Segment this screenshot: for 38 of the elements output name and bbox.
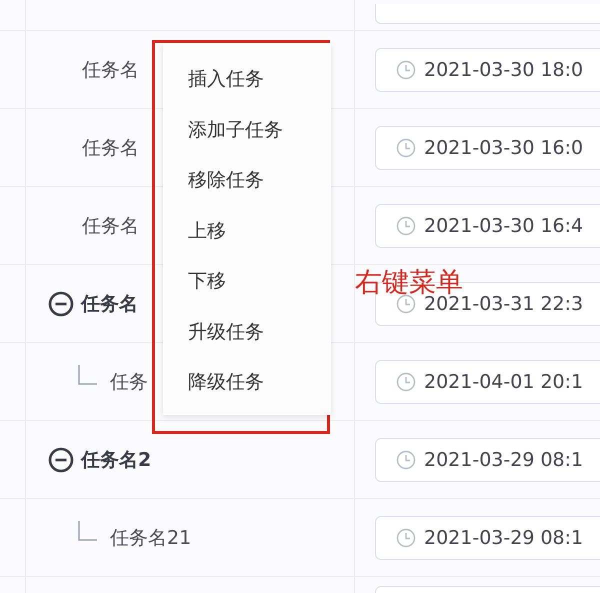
tree-connector-icon — [78, 520, 98, 540]
task-name: 任务名 — [81, 292, 138, 316]
clock-icon — [396, 294, 416, 314]
task-name: 任务 — [110, 370, 148, 394]
date-text: 2021-03-30 16:0 — [424, 136, 584, 158]
clock-icon — [396, 138, 416, 158]
clock-icon — [396, 450, 416, 470]
date-text: 2021-04-01 20:1 — [424, 370, 584, 392]
date-field[interactable]: 2021-03-30 18:0 — [375, 48, 600, 92]
menu-item[interactable]: 移除任务 — [163, 162, 331, 212]
task-name: 任务名 — [82, 136, 139, 160]
collapse-icon[interactable] — [48, 290, 74, 316]
date-field[interactable]: 2021-03-30 16:4 — [375, 204, 600, 248]
date-field[interactable]: 2021-03-29 08:1 — [375, 438, 600, 482]
clock-icon — [396, 372, 416, 392]
task-name: 任务名21 — [110, 526, 192, 550]
menu-item[interactable]: 添加子任务 — [163, 112, 331, 162]
tree-connector-icon — [78, 364, 98, 384]
task-name: 任务名 — [82, 58, 139, 82]
date-field[interactable]: 2021-03-30 16:0 — [375, 126, 600, 170]
menu-item[interactable]: 下移 — [163, 263, 331, 314]
task-name: 任务名2 — [81, 448, 152, 472]
menu-item[interactable]: 升级任务 — [163, 314, 331, 364]
date-text: 2021-03-29 08:1 — [424, 448, 584, 470]
menu-item[interactable]: 插入任务 — [163, 61, 331, 112]
date-text: 2021-03-30 18:0 — [424, 58, 584, 80]
menu-item[interactable]: 上移 — [163, 212, 331, 263]
date-field[interactable]: 2021-03-29 08:1 — [375, 516, 600, 560]
clock-icon — [396, 528, 416, 548]
task-name: 任务名 — [82, 214, 139, 238]
clock-icon — [396, 60, 416, 80]
date-text: 2021-03-30 16:4 — [424, 214, 584, 236]
date-field[interactable] — [375, 4, 600, 24]
collapse-icon[interactable] — [48, 446, 74, 472]
date-field[interactable]: 2021-04-01 20:1 — [375, 360, 600, 404]
clock-icon — [396, 216, 416, 236]
date-text: 2021-03-29 08:1 — [424, 526, 584, 548]
menu-item[interactable]: 降级任务 — [163, 364, 331, 414]
